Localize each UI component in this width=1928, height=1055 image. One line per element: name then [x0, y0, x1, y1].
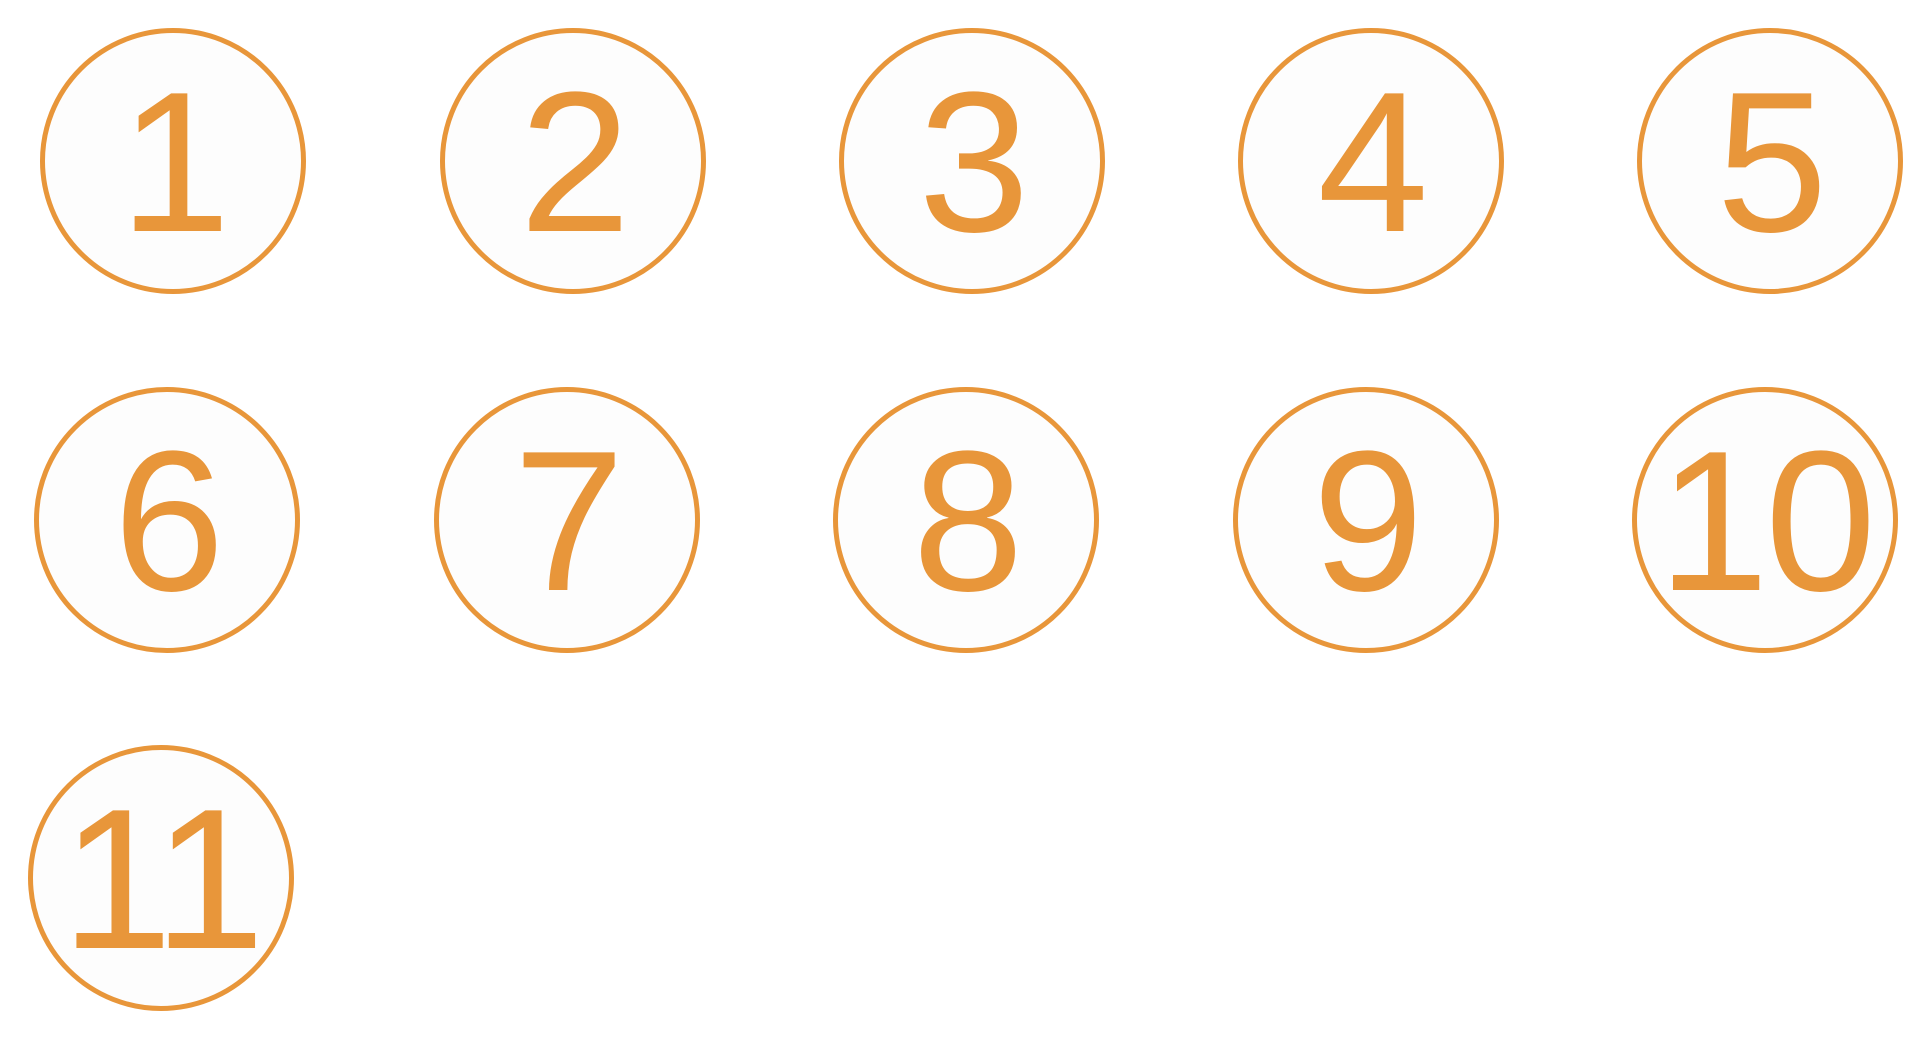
- badge-number: 5: [1716, 51, 1827, 274]
- badge-number: 8: [912, 410, 1023, 633]
- badge-number: 4: [1317, 51, 1428, 274]
- number-badge-3: 3: [839, 28, 1105, 294]
- number-badge-11: 11: [28, 745, 294, 1011]
- number-badge-4: 4: [1238, 28, 1504, 294]
- badge-number: 7: [513, 410, 624, 633]
- badge-number: 3: [918, 51, 1029, 274]
- number-badge-9: 9: [1233, 387, 1499, 653]
- number-badge-8: 8: [833, 387, 1099, 653]
- number-badge-2: 2: [440, 28, 706, 294]
- number-badge-1: 1: [40, 28, 306, 294]
- badge-number: 9: [1312, 410, 1423, 633]
- badge-number: 10: [1657, 410, 1876, 633]
- badge-number: 2: [519, 51, 630, 274]
- badge-number: 6: [113, 410, 224, 633]
- number-badge-7: 7: [434, 387, 700, 653]
- badge-number: 1: [119, 51, 230, 274]
- number-badge-5: 5: [1637, 28, 1903, 294]
- number-badge-10: 10: [1632, 387, 1898, 653]
- number-badge-6: 6: [34, 387, 300, 653]
- badge-number: 11: [61, 768, 265, 991]
